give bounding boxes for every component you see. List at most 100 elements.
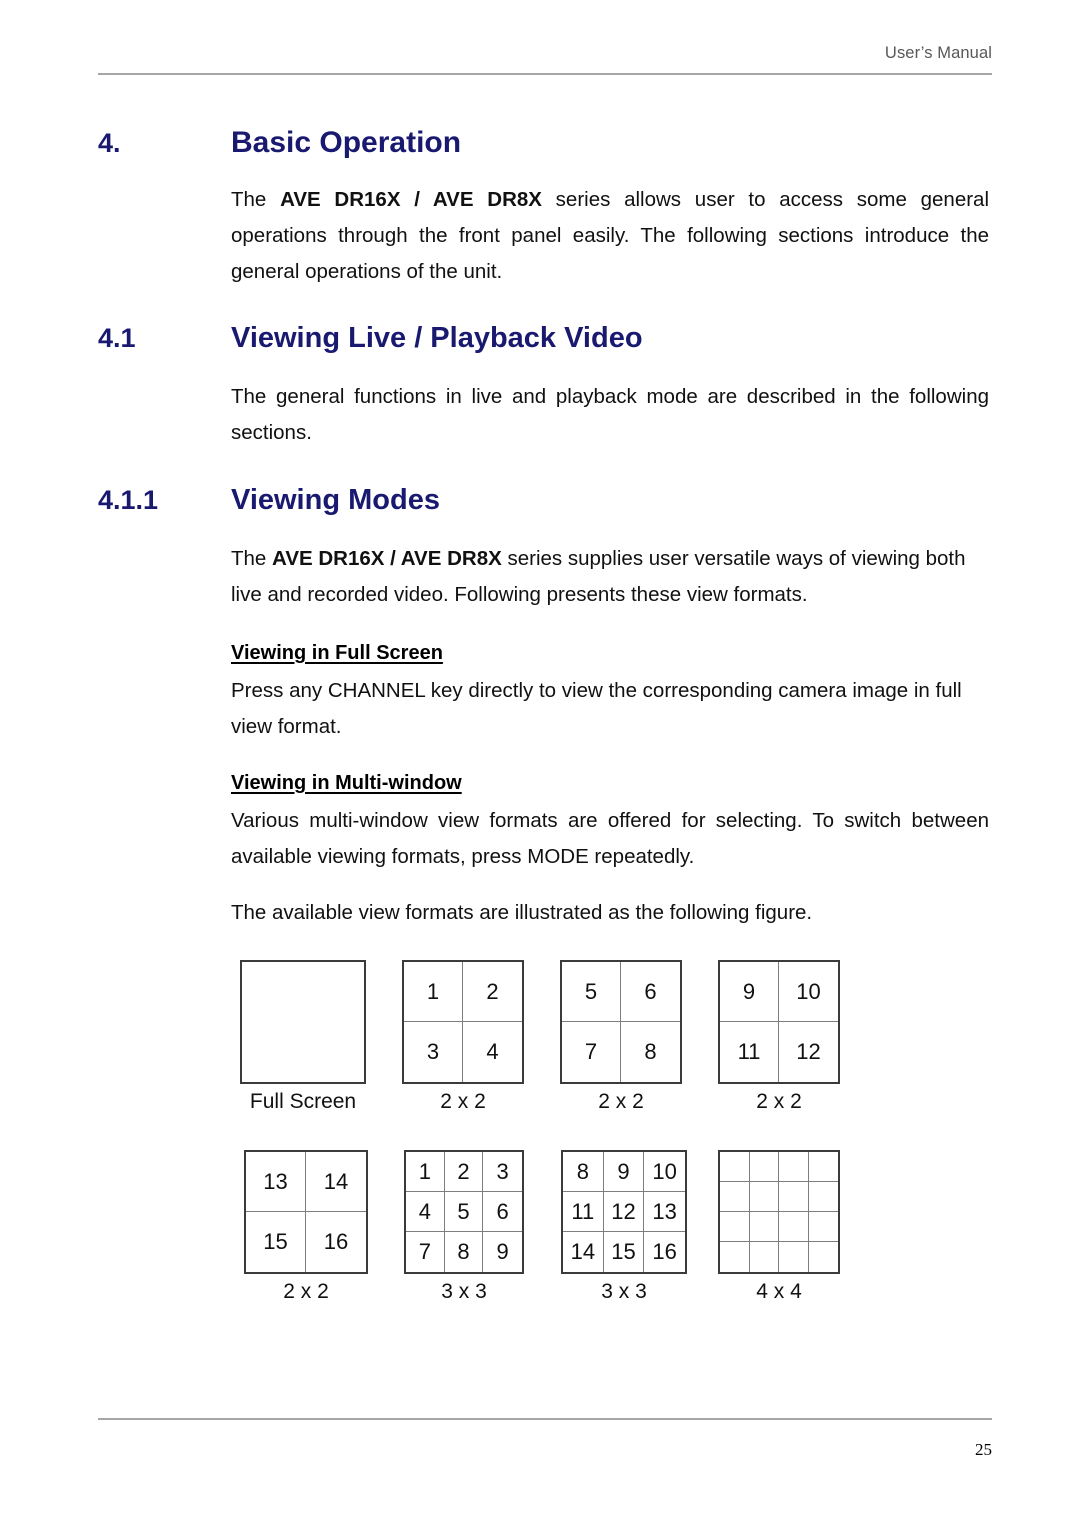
view-format-grid: 1234 — [402, 960, 524, 1084]
view-format-grid: 13 14 15 16 — [244, 1150, 368, 1274]
figure-caption: Full Screen — [249, 1090, 357, 1113]
figure-item: 9 10 11 12 2 x 2 — [718, 960, 840, 1114]
view-format-cell: 3 — [483, 1152, 522, 1192]
figure-item: 4 x 4 — [718, 1150, 840, 1304]
view-format-cell: 12 — [796, 1039, 821, 1064]
view-format-grid: 9 10 11 12 — [718, 960, 840, 1084]
view-format-cell: 1 — [404, 962, 463, 1022]
view-format-cell — [750, 1242, 779, 1272]
heading-text-viewing-live-playback-video: Viewing Live / Playback Video — [231, 322, 643, 354]
figure-caption: 4 x 4 — [756, 1280, 802, 1303]
paragraph-intro: The AVE DR16X / AVE DR8X series allows u… — [231, 182, 989, 290]
view-format-cell: 8 — [644, 1039, 657, 1064]
figure-caption: 3 x 3 — [441, 1280, 487, 1303]
view-format-cell: 1 — [406, 1152, 445, 1192]
intro-text-bold: AVE DR16X / AVE DR8X — [280, 188, 542, 211]
view-format-cell — [242, 962, 364, 1082]
heading-viewing-modes: 4.1.1 Viewing Modes — [98, 484, 992, 517]
view-format-cell: 10 — [779, 962, 838, 1022]
view-format-cell: 14 — [306, 1152, 366, 1212]
view-format-cell — [779, 1212, 809, 1242]
view-format-cell: 8 — [445, 1232, 484, 1272]
view-format-cell: 5 — [562, 962, 621, 1022]
view-format-grid: 123456789 — [404, 1150, 524, 1274]
view-format-cell — [749, 1182, 779, 1212]
view-format-grid — [240, 960, 366, 1084]
view-format-cell: 9 — [496, 1239, 509, 1264]
figure-caption: 2 x 2 — [598, 1090, 644, 1113]
view-format-cell — [720, 1242, 750, 1272]
paragraph-41: The general functions in live and playba… — [231, 385, 989, 444]
paragraph-multi-window: Various multi-window view formats are of… — [231, 809, 989, 868]
heading-basic-operation: 4. Basic Operation — [98, 126, 992, 160]
view-format-cell: 7 — [562, 1022, 621, 1082]
view-format-cell: 14 — [563, 1232, 604, 1272]
heading-number-4: 4. — [98, 128, 121, 158]
view-format-cell — [720, 1152, 750, 1182]
figure-item: 13 14 15 16 2 x 2 — [244, 1150, 368, 1304]
view-format-cell: 3 — [404, 1022, 463, 1082]
view-format-cell: 5 — [444, 1192, 484, 1232]
heading-number-41: 4.1 — [98, 323, 136, 353]
view-format-cell — [749, 1212, 779, 1242]
view-format-cell — [809, 1242, 839, 1272]
figure-item: 5678 2 x 2 — [560, 960, 682, 1114]
figure-row-1: Full Screen 1 2 3 4 2 x 256782 x 2 9 10 11 12 2 x … — [231, 960, 871, 1150]
view-format-cell — [779, 1152, 809, 1182]
view-format-cell: 13 — [246, 1152, 306, 1212]
view-format-cell — [779, 1242, 809, 1272]
view-format-cell: 15 — [604, 1232, 645, 1272]
view-format-cell — [720, 1182, 750, 1212]
header-divider — [98, 73, 992, 75]
view-format-cell: 2 — [463, 962, 522, 1022]
p411-text-bold: AVE DR16X / AVE DR8X — [272, 547, 502, 570]
view-format-cell — [808, 1212, 838, 1242]
view-format-cell: 9 — [603, 1152, 645, 1192]
view-format-cell — [749, 1152, 779, 1182]
figure-view-formats: Full Screen 1 2 3 4 2 x 256782 x 2 9 10 11 12 2 x … — [231, 960, 871, 1340]
heading-viewing-live-playback-video: 4.1 Viewing Live / Playback Video — [98, 322, 992, 355]
p411-text-pre: The — [231, 547, 273, 570]
view-format-cell: 4 — [486, 1039, 499, 1064]
subheading-viewing-in-multi-window: Viewing in Multi-window — [231, 772, 462, 794]
view-format-cell: 7 — [406, 1232, 445, 1272]
figure-caption: 2 x 2 — [283, 1280, 329, 1303]
intro-text-pre: The — [231, 188, 281, 211]
view-format-grid: 5678 — [560, 960, 682, 1084]
view-format-cell: 11 — [563, 1192, 604, 1232]
view-format-grid: 8 9 10 11 12 13 14 15 16 — [561, 1150, 687, 1274]
view-format-cell: 2 — [444, 1152, 484, 1192]
figure-item: 123456789 3 x 3 — [404, 1150, 524, 1304]
heading-text-viewing-modes: Viewing Modes — [231, 484, 440, 516]
view-format-cell: 11 — [720, 1022, 779, 1082]
paragraph-full-screen: Press any CHANNEL key directly to view t… — [231, 679, 962, 738]
view-format-grid — [718, 1150, 840, 1274]
view-format-cell: 16 — [323, 1229, 349, 1254]
figure-item: 1234 2 x 2 — [402, 960, 524, 1114]
view-format-cell: 10 — [644, 1152, 685, 1192]
heading-number-411: 4.1.1 — [98, 485, 159, 515]
paragraph-411: The AVE DR16X / AVE DR8X series supplies… — [231, 541, 989, 613]
footer-divider — [98, 1418, 992, 1420]
view-format-cell: 15 — [246, 1212, 306, 1272]
view-format-cell — [808, 1152, 838, 1182]
subheading-viewing-in-full-screen: Viewing in Full Screen — [231, 642, 443, 664]
document-page: User’s Manual 4. Basic Operation The AVE… — [0, 0, 1080, 1528]
view-format-cell: 4 — [406, 1192, 445, 1232]
figure-caption: 2 x 2 — [440, 1090, 486, 1113]
figure-item: 8 9 10 11 12 13 14 15 16 3 x 3 — [561, 1150, 687, 1304]
paragraph-figure-intro: The available view formats are illustrat… — [231, 901, 813, 924]
view-format-cell: 8 — [563, 1152, 604, 1192]
figure-caption: 2 x 2 — [756, 1090, 802, 1113]
view-format-cell: 12 — [603, 1192, 645, 1232]
page-number: 25 — [975, 1440, 992, 1459]
header-title: User’s Manual — [884, 44, 992, 62]
figure-caption: 3 x 3 — [601, 1280, 647, 1303]
figure-item: Full Screen — [240, 960, 366, 1114]
heading-text-basic-operation: Basic Operation — [231, 126, 462, 159]
view-format-cell — [808, 1182, 838, 1212]
view-format-cell: 6 — [483, 1192, 522, 1232]
view-format-cell: 9 — [720, 962, 779, 1022]
view-format-cell: 6 — [621, 962, 680, 1022]
view-format-cell — [720, 1212, 750, 1242]
